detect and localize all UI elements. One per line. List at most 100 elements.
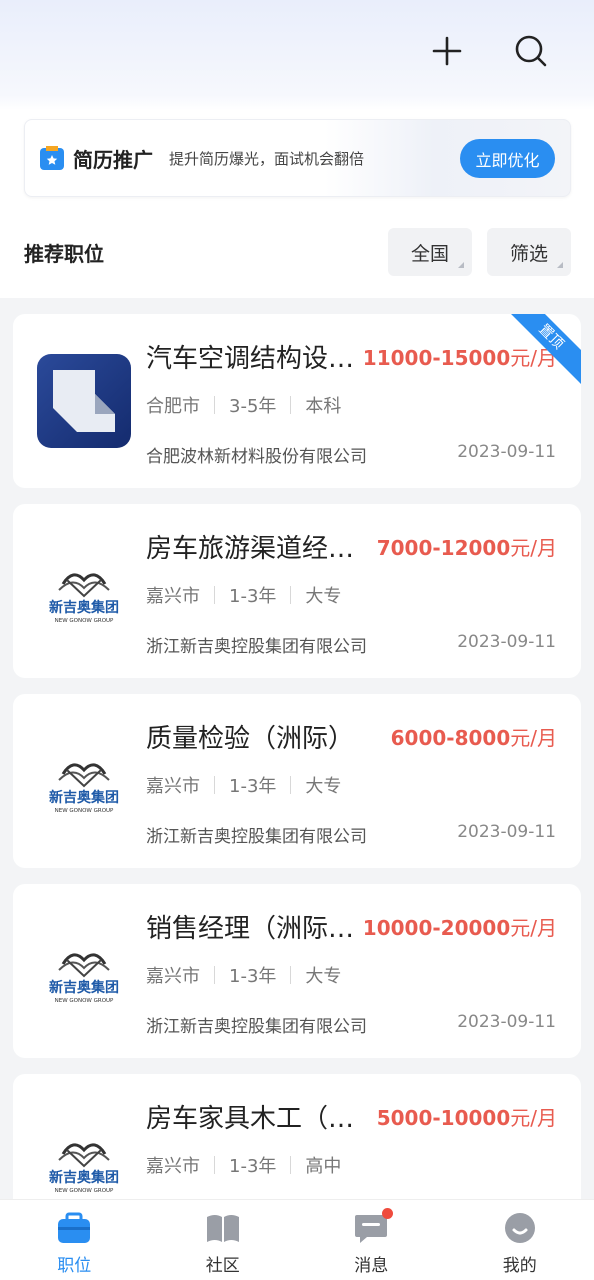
salary-range: 5000-10000 bbox=[376, 1106, 511, 1130]
divider bbox=[214, 966, 215, 984]
divider bbox=[214, 396, 215, 414]
job-experience: 1-3年 bbox=[229, 1156, 277, 1177]
salary-unit: 元/月 bbox=[510, 1106, 557, 1130]
job-title: 房车家具木工（… bbox=[146, 1104, 355, 1134]
company-logo bbox=[37, 354, 131, 448]
salary-unit: 元/月 bbox=[510, 916, 557, 940]
region-filter-label: 全国 bbox=[410, 242, 449, 265]
optimize-button[interactable]: 立即优化 bbox=[460, 139, 555, 178]
divider bbox=[214, 1156, 215, 1174]
company-logo: 新吉奥集团 NEW GONOW GROUP bbox=[37, 924, 131, 1018]
post-date: 2023-09-11 bbox=[457, 1012, 556, 1032]
job-card[interactable]: 汽车空调结构设… 11000-15000元/月 合肥市 3-5年 本科 合肥波林… bbox=[13, 314, 581, 488]
job-experience: 3-5年 bbox=[229, 396, 277, 417]
logo-subtext: NEW GONOW GROUP bbox=[55, 808, 114, 814]
salary-unit: 元/月 bbox=[510, 536, 557, 560]
job-meta: 嘉兴市 1-3年 高中 bbox=[146, 1152, 341, 1178]
job-city: 嘉兴市 bbox=[146, 966, 200, 987]
company-name: 合肥波林新材料股份有限公司 bbox=[146, 447, 367, 467]
divider bbox=[214, 586, 215, 604]
job-card[interactable]: 新吉奥集团 NEW GONOW GROUP 销售经理（洲际… 10000-200… bbox=[13, 884, 581, 1058]
tab-community[interactable]: 社区 bbox=[149, 1200, 298, 1280]
search-button[interactable] bbox=[508, 28, 554, 74]
salary: 11000-15000元/月 bbox=[363, 342, 557, 371]
logo-subtext: NEW GONOW GROUP bbox=[55, 998, 114, 1004]
divider bbox=[290, 1156, 292, 1174]
job-card[interactable]: 新吉奥集团 NEW GONOW GROUP 房车家具木工（… 5000-1000… bbox=[13, 1074, 581, 1199]
banner-subtitle: 提升简历爆光，面试机会翻倍 bbox=[169, 149, 365, 168]
job-title: 销售经理（洲际… bbox=[146, 914, 355, 944]
filter-label: 筛选 bbox=[509, 242, 548, 265]
job-experience: 1-3年 bbox=[229, 586, 277, 607]
new-gonow-logo-icon: 新吉奥集团 NEW GONOW GROUP bbox=[49, 953, 119, 1004]
company-logo: 新吉奥集团 NEW GONOW GROUP bbox=[37, 544, 131, 638]
job-card[interactable]: 新吉奥集团 NEW GONOW GROUP 质量检验（洲际） 6000-8000… bbox=[13, 694, 581, 868]
banner-title: 简历推广 bbox=[73, 147, 153, 172]
job-meta: 嘉兴市 1-3年 大专 bbox=[146, 582, 341, 608]
logo-subtext: NEW GONOW GROUP bbox=[55, 618, 114, 624]
new-gonow-logo-icon: 新吉奥集团 NEW GONOW GROUP bbox=[49, 763, 119, 814]
logo-text: 新吉奥集团 bbox=[49, 979, 119, 996]
divider bbox=[290, 586, 292, 604]
job-meta: 嘉兴市 1-3年 大专 bbox=[146, 772, 341, 798]
logo-text: 新吉奥集团 bbox=[49, 789, 119, 806]
salary-range: 7000-12000 bbox=[376, 536, 511, 560]
job-experience: 1-3年 bbox=[229, 776, 277, 797]
salary: 6000-8000元/月 bbox=[391, 722, 557, 751]
post-date: 2023-09-11 bbox=[457, 442, 556, 462]
job-education: 大专 bbox=[305, 586, 342, 607]
unread-badge bbox=[382, 1208, 394, 1219]
tab-label: 我的 bbox=[502, 1256, 537, 1276]
job-education: 大专 bbox=[305, 966, 342, 987]
bottom-tab-bar: 职位 社区 消息 我的 bbox=[0, 1199, 594, 1280]
job-city: 嘉兴市 bbox=[146, 776, 200, 797]
salary: 10000-20000元/月 bbox=[363, 912, 557, 941]
message-icon-wrap bbox=[353, 1208, 394, 1244]
resume-promo-banner[interactable]: 简历推广 提升简历爆光，面试机会翻倍 立即优化 bbox=[24, 119, 571, 197]
divider bbox=[290, 396, 292, 414]
briefcase-icon bbox=[58, 1212, 91, 1243]
resume-star-icon bbox=[40, 146, 64, 170]
job-education: 大专 bbox=[305, 776, 342, 797]
tab-label: 社区 bbox=[205, 1256, 240, 1276]
logo-subtext: NEW GONOW GROUP bbox=[55, 1188, 114, 1194]
divider bbox=[290, 776, 292, 794]
job-card[interactable]: 新吉奥集团 NEW GONOW GROUP 房车旅游渠道经… 7000-1200… bbox=[13, 504, 581, 678]
job-city: 合肥市 bbox=[146, 396, 200, 417]
job-education: 高中 bbox=[305, 1156, 342, 1177]
post-date: 2023-09-11 bbox=[457, 822, 556, 842]
salary-unit: 元/月 bbox=[510, 726, 557, 750]
tab-messages[interactable]: 消息 bbox=[297, 1200, 446, 1280]
profile-icon bbox=[504, 1213, 535, 1243]
company-name: 浙江新吉奥控股集团有限公司 bbox=[146, 827, 367, 847]
company-name: 浙江新吉奥控股集团有限公司 bbox=[146, 1017, 367, 1037]
company-logo: 新吉奥集团 NEW GONOW GROUP bbox=[37, 734, 131, 828]
add-button[interactable] bbox=[424, 28, 470, 74]
job-meta: 合肥市 3-5年 本科 bbox=[146, 392, 341, 418]
tab-profile[interactable]: 我的 bbox=[446, 1200, 594, 1280]
divider bbox=[290, 966, 292, 984]
job-title: 质量检验（洲际） bbox=[146, 724, 355, 754]
tab-jobs[interactable]: 职位 bbox=[0, 1200, 149, 1280]
salary-range: 10000-20000 bbox=[362, 916, 511, 940]
company-logo: 新吉奥集团 NEW GONOW GROUP bbox=[37, 1114, 131, 1199]
job-education: 本科 bbox=[305, 396, 342, 417]
divider bbox=[214, 776, 215, 794]
tab-label: 消息 bbox=[354, 1256, 389, 1276]
salary-range: 11000-15000 bbox=[362, 346, 511, 370]
search-icon bbox=[515, 35, 547, 67]
corner-triangle-icon bbox=[458, 262, 464, 268]
job-title: 房车旅游渠道经… bbox=[146, 534, 355, 564]
post-date: 2023-09-11 bbox=[457, 632, 556, 652]
region-filter-button[interactable]: 全国 bbox=[388, 228, 472, 276]
job-city: 嘉兴市 bbox=[146, 586, 200, 607]
new-gonow-logo-icon: 新吉奥集团 NEW GONOW GROUP bbox=[49, 573, 119, 624]
corner-triangle-icon bbox=[557, 262, 563, 268]
recommended-jobs-title: 推荐职位 bbox=[24, 242, 104, 266]
logo-text: 新吉奥集团 bbox=[49, 1169, 119, 1186]
job-meta: 嘉兴市 1-3年 大专 bbox=[146, 962, 341, 988]
new-gonow-logo-icon: 新吉奥集团 NEW GONOW GROUP bbox=[49, 1143, 119, 1194]
filter-button[interactable]: 筛选 bbox=[487, 228, 571, 276]
salary: 5000-10000元/月 bbox=[377, 1102, 557, 1131]
job-experience: 1-3年 bbox=[229, 966, 277, 987]
